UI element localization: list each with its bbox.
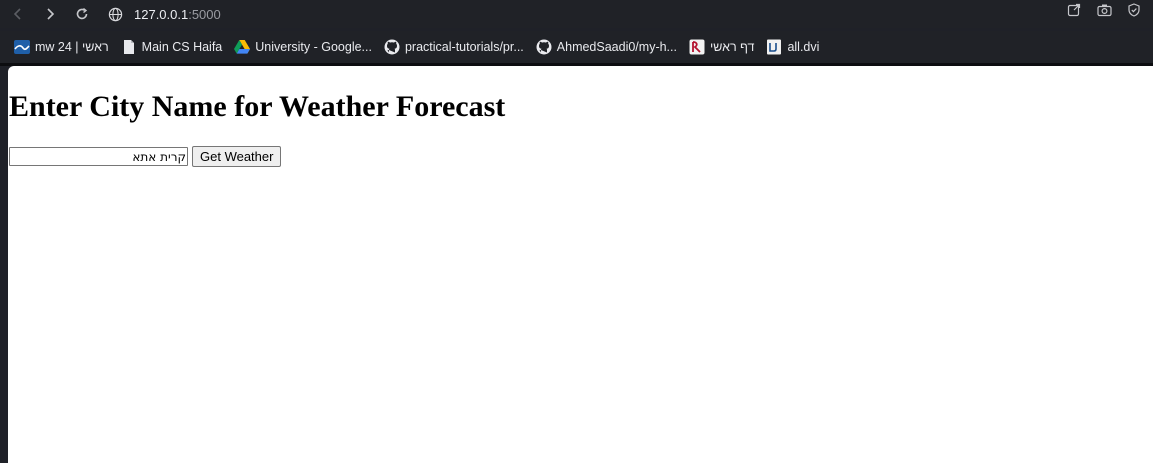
bookmark-ahmedsaadi0[interactable]: AhmedSaadi0/my-h... bbox=[530, 35, 683, 59]
pdf-file-icon bbox=[766, 39, 782, 55]
city-input[interactable] bbox=[9, 147, 188, 166]
bookmark-mw24[interactable]: mw 24 | ראשי bbox=[8, 35, 115, 59]
share-button[interactable] bbox=[1059, 3, 1089, 17]
github-icon bbox=[536, 39, 552, 55]
bookmarks-bar: mw 24 | ראשי Main CS Haifa University - … bbox=[0, 31, 1153, 63]
chevron-left-icon bbox=[13, 8, 21, 20]
address-bar[interactable]: 127.0.0.1:5000 bbox=[108, 3, 221, 25]
page-viewport: Enter City Name for Weather Forecast Get… bbox=[8, 66, 1153, 463]
get-weather-button[interactable]: Get Weather bbox=[192, 146, 282, 167]
bookmark-label: mw 24 | ראשי bbox=[35, 40, 109, 54]
bookmark-label: Main CS Haifa bbox=[141, 40, 223, 54]
bookmark-label: practical-tutorials/pr... bbox=[404, 40, 524, 54]
github-icon bbox=[384, 39, 400, 55]
document-icon bbox=[121, 39, 137, 55]
url-host: 127.0.0.1 bbox=[134, 6, 189, 22]
browser-toolbar: 127.0.0.1:5000 bbox=[0, 0, 1153, 28]
bookmark-main-cs-haifa[interactable]: Main CS Haifa bbox=[115, 35, 229, 59]
bookmark-practical-tutorials[interactable]: practical-tutorials/pr... bbox=[378, 35, 530, 59]
bookmark-label: University - Google... bbox=[255, 40, 372, 54]
page-title: Enter City Name for Weather Forecast bbox=[9, 90, 506, 123]
wave-logo-icon bbox=[14, 39, 30, 55]
bookmark-daf-rashi[interactable]: דף ראשי bbox=[683, 35, 760, 59]
reload-icon bbox=[76, 7, 88, 20]
camera-icon bbox=[1096, 4, 1112, 17]
shield-check-icon bbox=[1128, 3, 1140, 17]
forward-button[interactable] bbox=[34, 3, 66, 25]
google-drive-icon bbox=[234, 39, 251, 55]
back-button[interactable] bbox=[2, 3, 34, 25]
reload-button[interactable] bbox=[66, 3, 98, 25]
shield-button[interactable] bbox=[1119, 3, 1149, 17]
bookmark-label: דף ראשי bbox=[709, 40, 755, 54]
bookmark-label: all.dvi bbox=[787, 40, 820, 54]
weather-form: Get Weather bbox=[9, 146, 282, 167]
share-icon bbox=[1067, 3, 1081, 17]
bookmark-university-google[interactable]: University - Google... bbox=[228, 35, 378, 59]
site-logo-icon bbox=[689, 39, 705, 55]
screenshot-button[interactable] bbox=[1089, 3, 1119, 17]
globe-icon bbox=[108, 6, 124, 22]
url-port: :5000 bbox=[188, 6, 221, 22]
chevron-right-icon bbox=[47, 8, 55, 20]
bookmark-label: AhmedSaadi0/my-h... bbox=[556, 40, 677, 54]
bookmark-all-dvi[interactable]: all.dvi bbox=[760, 35, 825, 59]
